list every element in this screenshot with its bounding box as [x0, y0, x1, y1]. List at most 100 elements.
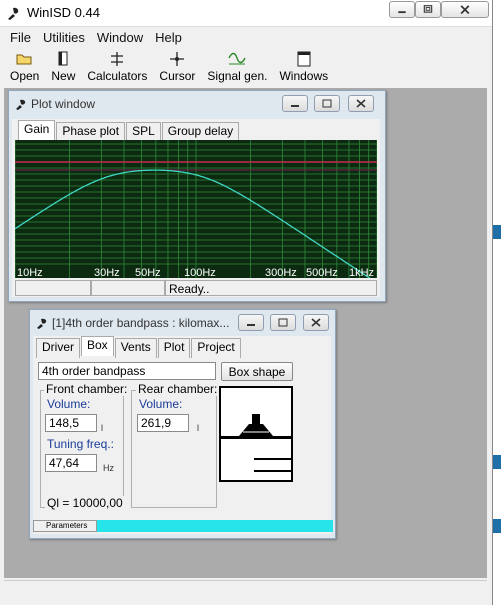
freq-label-10hz: 10Hz: [17, 267, 43, 278]
tab-parameters[interactable]: Parameters: [33, 520, 97, 532]
minimize-button[interactable]: [389, 1, 415, 18]
app-icon: [8, 7, 19, 20]
edge-marker: [493, 519, 501, 533]
menu-utilities[interactable]: Utilities: [37, 28, 91, 46]
freq-label-1khz: 1kHz: [349, 267, 374, 278]
plot-tabs: Gain Phase plot SPL Group delay: [18, 120, 240, 142]
gain-plot[interactable]: 10Hz 30Hz 50Hz 100Hz 300Hz 500Hz 1kHz: [14, 140, 378, 284]
cursor-button[interactable]: Cursor: [153, 48, 201, 86]
close-icon: [311, 318, 321, 327]
project-window-body: Driver Box Vents Plot Project 4th order …: [33, 336, 333, 534]
rear-volume-label: Volume:: [137, 397, 185, 411]
signal-gen-label: Signal gen.: [207, 69, 268, 83]
restore-icon: [322, 99, 332, 108]
freq-label-300hz: 300Hz: [265, 267, 297, 278]
app-icon: [16, 99, 26, 110]
project-tabs: Driver Box Vents Plot Project: [36, 336, 242, 358]
project-window: [1]4th order bandpass : kilomax... Drive…: [29, 309, 336, 539]
status-bar: [4, 580, 487, 601]
tab-box[interactable]: Box: [81, 336, 114, 356]
cursor-label: Cursor: [159, 69, 196, 83]
tab-gain[interactable]: Gain: [18, 120, 56, 140]
box-shape-button[interactable]: Box shape: [221, 362, 293, 381]
freq-label-500hz: 500Hz: [306, 267, 338, 278]
status-text: Ready..: [165, 280, 377, 296]
ql-value: Ql = 10000,00: [45, 496, 125, 510]
plot-minimize-button[interactable]: [282, 95, 308, 112]
open-label: Open: [10, 69, 40, 83]
freq-label-50hz: 50Hz: [135, 267, 161, 278]
plot-status-bar: Ready..: [15, 280, 377, 298]
status-cell-1: [15, 280, 91, 296]
front-volume-input[interactable]: 148,5: [45, 414, 97, 432]
tab-driver[interactable]: Driver: [36, 338, 80, 358]
tab-spl[interactable]: SPL: [126, 122, 161, 142]
plot-window-body: Gain Phase plot SPL Group delay 10Hz 30H…: [12, 119, 380, 297]
signal-gen-button[interactable]: Signal gen.: [201, 48, 273, 86]
close-icon: [460, 5, 470, 15]
tab-plot[interactable]: Plot: [157, 338, 191, 358]
menu-file[interactable]: File: [4, 28, 37, 46]
rear-volume-input[interactable]: 261,9: [137, 414, 189, 432]
restore-button[interactable]: [415, 1, 441, 18]
box-type-select[interactable]: 4th order bandpass: [38, 362, 216, 380]
tab-vents[interactable]: Vents: [114, 338, 157, 358]
project-restore-button[interactable]: [270, 314, 296, 331]
background-window-edge: [493, 0, 501, 605]
project-minimize-button[interactable]: [238, 314, 264, 331]
tuning-freq-input[interactable]: 47,64: [45, 454, 97, 472]
tab-phase-plot[interactable]: Phase plot: [56, 122, 126, 142]
calculators-label: Calculators: [87, 69, 148, 83]
new-label: New: [51, 69, 76, 83]
title-bar: WinISD 0.44: [0, 0, 492, 27]
tab-group-delay[interactable]: Group delay: [161, 122, 240, 142]
toolbar: Open New Calculators Cursor Signal gen. …: [4, 48, 334, 86]
box-diagram: [219, 386, 293, 482]
app-title: WinISD 0.44: [27, 5, 100, 20]
gain-plot-graph: 10Hz 30Hz 50Hz 100Hz 300Hz 500Hz 1kHz: [14, 140, 378, 284]
windows-button[interactable]: Windows: [273, 48, 334, 86]
project-close-button[interactable]: [303, 314, 329, 331]
restore-icon: [423, 5, 433, 13]
front-volume-unit: l: [101, 423, 103, 433]
plot-window: Plot window Gain Phase plot SPL Group de…: [8, 90, 386, 302]
close-button[interactable]: [441, 1, 489, 18]
minimize-icon: [247, 324, 255, 326]
rear-volume-unit: l: [197, 423, 199, 433]
app-icon: [37, 318, 47, 329]
project-window-title: [1]4th order bandpass : kilomax...: [52, 316, 230, 330]
windows-label: Windows: [279, 69, 329, 83]
new-button[interactable]: New: [45, 48, 81, 86]
window-icon: [297, 51, 311, 66]
plot-window-title: Plot window: [31, 97, 96, 111]
close-icon: [356, 99, 366, 108]
freq-label-100hz: 100Hz: [184, 267, 216, 278]
minimize-icon: [291, 105, 299, 107]
menu-window[interactable]: Window: [91, 28, 149, 46]
rear-chamber-label: Rear chamber:: [136, 382, 220, 396]
restore-icon: [278, 318, 288, 327]
open-button[interactable]: Open: [4, 48, 45, 86]
sine-wave-icon: [228, 52, 247, 64]
front-chamber-label: Front chamber:: [44, 382, 130, 396]
calculator-icon: [111, 51, 124, 66]
minimize-icon: [398, 11, 406, 14]
crosshair-icon: [170, 51, 185, 66]
tab-project[interactable]: Project: [191, 338, 241, 358]
calculators-button[interactable]: Calculators: [81, 48, 153, 86]
front-volume-label: Volume:: [45, 397, 93, 411]
plot-close-button[interactable]: [348, 95, 374, 112]
menu-help[interactable]: Help: [149, 28, 188, 46]
new-document-icon: [58, 51, 68, 65]
freq-label-30hz: 30Hz: [94, 267, 120, 278]
plot-restore-button[interactable]: [314, 95, 340, 112]
tuning-freq-unit: Hz: [103, 463, 114, 473]
edge-marker: [493, 225, 501, 239]
vertical-grid: [14, 140, 378, 278]
bandpass-box-icon: [221, 414, 291, 472]
menu-bar: File Utilities Window Help: [4, 28, 188, 46]
edge-marker: [493, 455, 501, 469]
tuning-freq-label: Tuning freq.:: [45, 437, 116, 451]
status-cell-2: [91, 280, 165, 296]
folder-icon: [16, 54, 32, 64]
